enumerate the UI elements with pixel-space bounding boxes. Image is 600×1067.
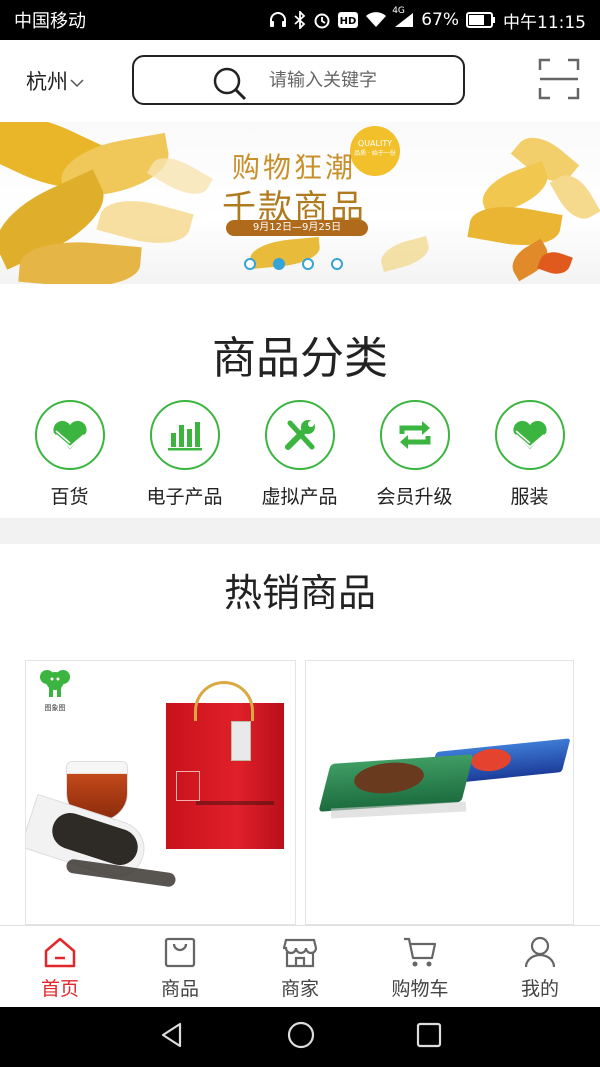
tab-merchants[interactable]: 商家 <box>240 926 360 1007</box>
app-root: 中国移动 HD 4G 67% 中午11:15 杭州 请输入关键字 QUALITY… <box>0 0 600 1067</box>
quality-badge: QUALITY 品质 · 始于一份 <box>350 126 400 176</box>
svg-text:HD: HD <box>340 16 357 27</box>
status-bar: 中国移动 HD 4G 67% 中午11:15 <box>0 0 600 40</box>
refresh-icon <box>379 400 450 470</box>
chevron-down-icon <box>70 69 84 93</box>
tab-cart[interactable]: 购物车 <box>360 926 480 1007</box>
status-icons: HD 4G 67% 中午11:15 <box>269 6 586 33</box>
back-icon[interactable] <box>158 1021 186 1053</box>
city-label: 杭州 <box>26 70 68 94</box>
categories-title: 商品分类 <box>212 333 388 384</box>
home-circle-icon[interactable] <box>286 1020 316 1054</box>
product-card[interactable] <box>305 660 574 925</box>
tools-icon <box>264 400 335 470</box>
signal-icon: 4G <box>392 6 414 28</box>
heart-icon <box>34 400 105 470</box>
heart-icon <box>494 400 565 470</box>
battery-icon <box>466 12 496 28</box>
section-divider <box>0 518 600 544</box>
category-item-electronics[interactable]: 电子产品 <box>127 400 242 509</box>
city-selector[interactable]: 杭州 <box>26 66 84 96</box>
scan-icon[interactable] <box>538 58 580 100</box>
tab-me[interactable]: 我的 <box>480 926 600 1007</box>
search-icon <box>212 66 248 106</box>
tab-home[interactable]: 首页 <box>0 926 120 1007</box>
search-bar[interactable] <box>132 55 465 105</box>
bag-icon <box>163 937 197 972</box>
user-icon <box>523 936 557 972</box>
category-item-clothing[interactable]: 服装 <box>472 400 587 509</box>
promo-banner[interactable]: QUALITY 品质 · 始于一份 购物狂潮 千款商品 9月12日—9月25日 <box>0 122 600 284</box>
carrier-label: 中国移动 <box>14 11 86 32</box>
bottom-tab-bar: 首页 商品 商家 购物车 我的 <box>0 925 600 1007</box>
brand-logo: 图象图 <box>38 667 72 713</box>
carousel-dot[interactable] <box>331 258 343 270</box>
wifi-icon <box>365 12 387 28</box>
hot-products-title: 热销商品 <box>223 571 376 615</box>
product-card[interactable]: 图象图 <box>25 660 296 925</box>
battery-percent: 67% <box>421 10 459 30</box>
category-item-virtual[interactable]: 虚拟产品 <box>242 400 357 509</box>
store-icon <box>282 938 318 972</box>
network-type-label: 4G <box>392 6 405 16</box>
system-nav-bar <box>0 1007 600 1067</box>
category-list: 百货 电子产品 虚拟产品 会员升级 服装 <box>0 400 600 509</box>
category-item-upgrade[interactable]: 会员升级 <box>357 400 472 509</box>
tab-products[interactable]: 商品 <box>120 926 240 1007</box>
home-icon <box>43 937 77 972</box>
carousel-dots <box>244 258 343 270</box>
recents-icon[interactable] <box>416 1022 442 1052</box>
cart-icon <box>403 937 437 972</box>
hd-icon: HD <box>338 12 359 28</box>
clock-label: 中午11:15 <box>503 12 586 33</box>
category-item-general[interactable]: 百货 <box>12 400 127 509</box>
carousel-dot[interactable] <box>244 258 256 270</box>
bar-chart-icon <box>149 400 220 470</box>
carousel-dot-active[interactable] <box>273 258 285 270</box>
banner-date: 9月12日—9月25日 <box>226 220 368 236</box>
headphones-icon <box>269 12 287 28</box>
carousel-dot[interactable] <box>302 258 314 270</box>
bluetooth-icon <box>294 11 306 29</box>
top-header: 杭州 <box>0 40 600 122</box>
alarm-icon <box>313 11 331 29</box>
